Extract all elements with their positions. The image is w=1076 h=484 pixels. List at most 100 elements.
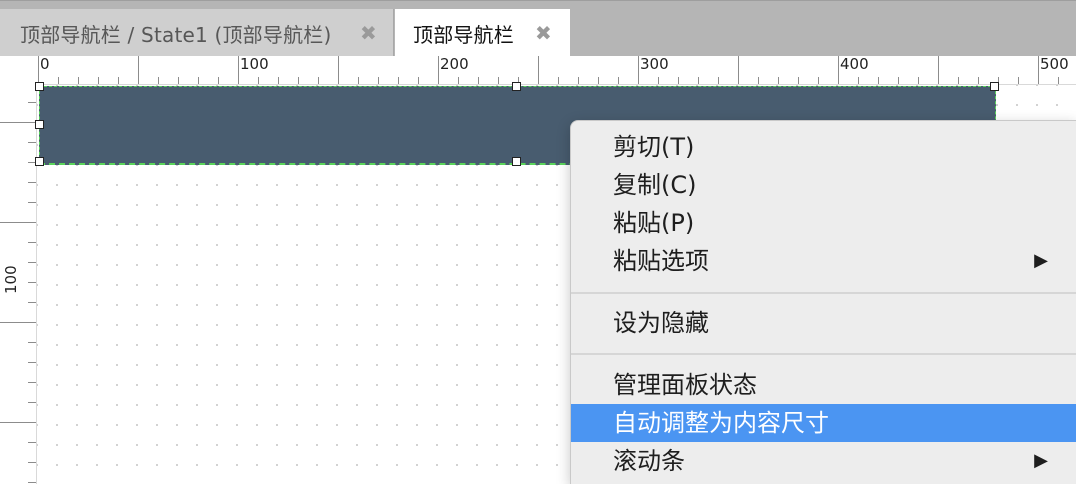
ruler-tick — [558, 77, 559, 84]
ruler-tick — [0, 322, 36, 323]
ruler-tick — [738, 56, 739, 84]
menu-item-paste[interactable]: 粘贴(P) — [571, 204, 1076, 242]
ruler-tick — [28, 302, 36, 303]
ruler-tick — [178, 77, 179, 84]
ruler-label-v100: 100 — [2, 265, 20, 294]
ruler-label-300: 300 — [640, 55, 669, 73]
vertical-ruler: 100 — [0, 84, 37, 484]
menu-item-label: 粘贴选项 — [613, 247, 709, 275]
ruler-tick — [28, 462, 36, 463]
ruler-tick — [758, 77, 759, 84]
menu-item-paste-options[interactable]: 粘贴选项 ▶ — [571, 242, 1076, 280]
ruler-tick — [0, 122, 36, 123]
menu-item-label: 滚动条 — [613, 447, 685, 475]
menu-item-label: 剪切(T) — [613, 133, 695, 161]
ruler-tick — [78, 77, 79, 84]
ruler-tick — [478, 77, 479, 84]
menu-item-label: 复制(C) — [613, 171, 697, 199]
ruler-label-0: 0 — [40, 55, 50, 73]
menu-item-label: 自动调整为内容尺寸 — [613, 409, 829, 437]
context-menu: 剪切(T) 复制(C) 粘贴(P) 粘贴选项 ▶ 设为隐藏 管理面板状态 自动调… — [570, 120, 1076, 484]
ruler-tick — [778, 77, 779, 84]
ruler-tick — [398, 77, 399, 84]
ruler-tick — [198, 77, 199, 84]
ruler-tick — [278, 77, 279, 84]
ruler-tick — [458, 77, 459, 84]
ruler-tick — [898, 77, 899, 84]
ruler-tick — [338, 56, 339, 84]
ruler-tick — [618, 77, 619, 84]
submenu-arrow-icon: ▶ — [1034, 450, 1048, 471]
resize-handle-left[interactable] — [35, 120, 44, 129]
ruler-tick — [578, 77, 579, 84]
close-icon[interactable]: ✖ — [535, 21, 552, 45]
ruler-tick — [238, 56, 239, 84]
ruler-tick — [858, 77, 859, 84]
ruler-tick — [28, 402, 36, 403]
resize-handle-top-left[interactable] — [35, 82, 44, 91]
ruler-tick — [798, 77, 799, 84]
menu-item-set-hidden[interactable]: 设为隐藏 — [571, 304, 1076, 342]
menu-separator — [571, 292, 1076, 294]
ruler-tick — [638, 56, 639, 84]
ruler-tick — [718, 77, 719, 84]
resize-handle-top[interactable] — [512, 82, 521, 91]
tab-state1-label: 顶部导航栏 / State1 (顶部导航栏) — [20, 22, 332, 47]
ruler-tick — [58, 77, 59, 84]
ruler-tick — [818, 77, 819, 84]
ruler-label-500: 500 — [1040, 55, 1069, 73]
ruler-tick — [28, 442, 36, 443]
ruler-tick — [298, 77, 299, 84]
tab-top-navbar-label: 顶部导航栏 — [413, 22, 514, 47]
ruler-tick — [258, 77, 259, 84]
ruler-tick — [698, 77, 699, 84]
submenu-arrow-icon: ▶ — [1034, 250, 1048, 271]
ruler-label-100: 100 — [240, 55, 269, 73]
ruler-tick — [1038, 56, 1039, 84]
ruler-tick — [938, 56, 939, 84]
resize-handle-bottom-left[interactable] — [35, 157, 44, 166]
menu-item-scrollbar[interactable]: 滚动条 ▶ — [571, 442, 1076, 480]
ruler-tick — [28, 342, 36, 343]
ruler-tick — [318, 77, 319, 84]
ruler-tick — [28, 142, 36, 143]
ruler-tick — [358, 77, 359, 84]
ruler-tick — [878, 77, 879, 84]
ruler-tick — [418, 77, 419, 84]
menu-item-fit-to-content[interactable]: 自动调整为内容尺寸 — [571, 404, 1076, 442]
resize-handle-top-right[interactable] — [990, 82, 999, 91]
ruler-tick — [28, 262, 36, 263]
menu-item-manage-panel-states[interactable]: 管理面板状态 — [571, 366, 1076, 404]
ruler-tick — [498, 77, 499, 84]
ruler-tick — [28, 202, 36, 203]
ruler-tick — [598, 77, 599, 84]
ruler-tick — [28, 282, 36, 283]
ruler-tick — [38, 56, 39, 84]
tab-state1[interactable]: 顶部导航栏 / State1 (顶部导航栏) ✖ — [0, 9, 394, 57]
ruler-tick — [138, 56, 139, 84]
ruler-tick — [978, 77, 979, 84]
ruler-tick — [918, 77, 919, 84]
ruler-tick — [678, 77, 679, 84]
tab-top-navbar[interactable]: 顶部导航栏 ✖ — [395, 9, 570, 57]
ruler-tick — [158, 77, 159, 84]
menu-item-label: 设为隐藏 — [613, 309, 709, 337]
ruler-tick — [1018, 77, 1019, 84]
ruler-tick — [28, 102, 36, 103]
menu-item-label: 粘贴(P) — [613, 209, 695, 237]
menu-item-cut[interactable]: 剪切(T) — [571, 128, 1076, 166]
ruler-tick — [838, 56, 839, 84]
ruler-tick — [0, 222, 36, 223]
horizontal-ruler: 0 100 200 300 400 500 — [36, 55, 1076, 85]
resize-handle-bottom[interactable] — [512, 157, 521, 166]
ruler-label-400: 400 — [840, 55, 869, 73]
menu-item-copy[interactable]: 复制(C) — [571, 166, 1076, 204]
ruler-label-200: 200 — [440, 55, 469, 73]
ruler-tick — [658, 77, 659, 84]
ruler-tick — [98, 77, 99, 84]
ruler-tick — [378, 77, 379, 84]
close-icon[interactable]: ✖ — [360, 21, 377, 45]
tab-bar: 顶部导航栏 / State1 (顶部导航栏) ✖ 顶部导航栏 ✖ — [0, 0, 1076, 57]
ruler-tick — [0, 422, 36, 423]
ruler-tick — [1058, 77, 1059, 84]
